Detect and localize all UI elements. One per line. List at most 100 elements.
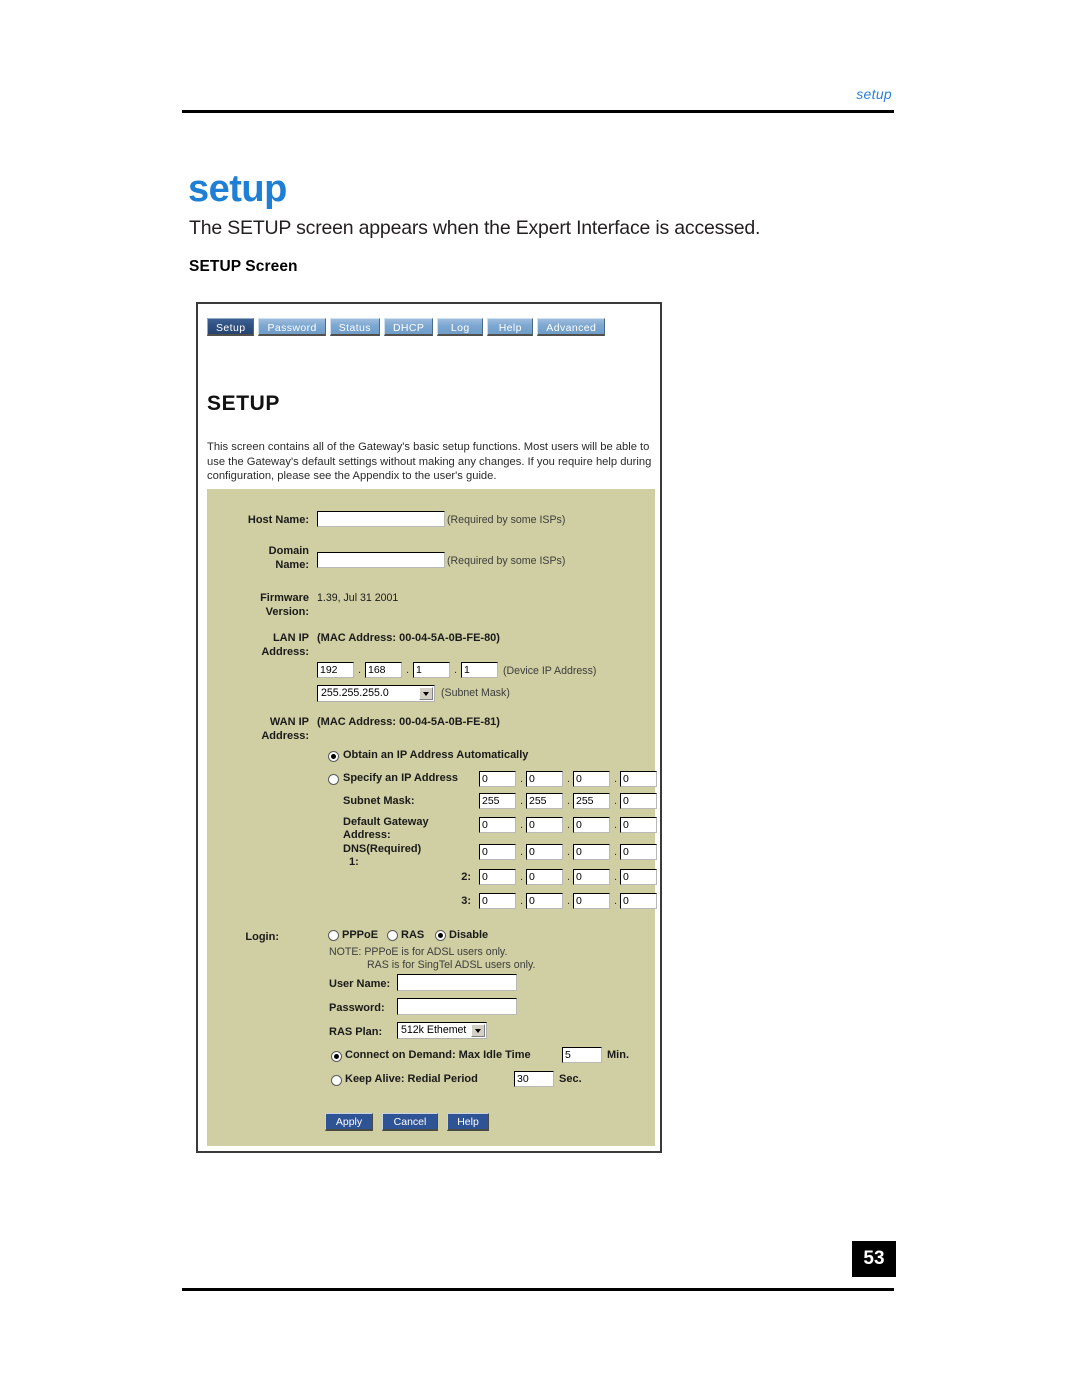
device-ip-hint: (Device IP Address) [503, 665, 597, 677]
radio-login-pppoe[interactable] [328, 930, 339, 941]
radio-keep-alive[interactable] [331, 1075, 342, 1086]
domain-name-label-line1: Domain [268, 545, 309, 557]
footer-divider [182, 1288, 894, 1291]
wan-mac-address: (MAC Address: 00-04-5A-0B-FE-81) [317, 716, 500, 728]
apply-button[interactable]: Apply [325, 1113, 373, 1131]
gateway-octet-2[interactable] [526, 817, 563, 833]
wan-subnet-separator-1: . [520, 795, 524, 807]
dns1-octet-1[interactable] [479, 844, 516, 860]
dns2-octet-2[interactable] [526, 869, 563, 885]
wan-subnet-octet-3[interactable] [573, 793, 610, 809]
dns1-separator-3: . [614, 846, 618, 858]
lan-mac-address: (MAC Address: 00-04-5A-0B-FE-80) [317, 632, 500, 644]
dns3-separator-3: . [614, 895, 618, 907]
gateway-octet-4[interactable] [620, 817, 657, 833]
dns3-label: 3: [461, 895, 471, 907]
wan-ip-octet-1[interactable] [479, 771, 516, 787]
default-gateway-label-line2: Address: [343, 829, 391, 841]
dns3-octet-3[interactable] [573, 893, 610, 909]
wan-subnet-octet-1[interactable] [479, 793, 516, 809]
dns1-separator-2: . [567, 846, 571, 858]
dns1-label-line2: 1: [349, 856, 359, 868]
subnet-mask-select[interactable]: 255.255.255.0 [317, 685, 435, 702]
radio-specify-ip-address[interactable] [328, 774, 339, 785]
radio-obtain-ip-automatically[interactable] [328, 751, 339, 762]
domain-name-label-line2: Name: [275, 559, 309, 571]
wan-ip-octet-2[interactable] [526, 771, 563, 787]
domain-name-hint: (Required by some ISPs) [447, 555, 566, 567]
help-button[interactable]: Help [447, 1113, 489, 1131]
lan-ip-separator-1: . [358, 664, 362, 676]
gateway-octet-3[interactable] [573, 817, 610, 833]
dns3-separator-1: . [520, 895, 524, 907]
domain-name-input[interactable] [317, 552, 445, 568]
wan-subnet-mask-label: Subnet Mask: [343, 795, 415, 807]
radio-login-disable[interactable] [435, 930, 446, 941]
connect-on-demand-label: Connect on Demand: Max Idle Time [345, 1049, 531, 1061]
wan-subnet-octet-4[interactable] [620, 793, 657, 809]
redial-period-unit: Sec. [559, 1073, 582, 1085]
header-divider [182, 110, 894, 113]
wan-ip-octet-4[interactable] [620, 771, 657, 787]
user-name-input[interactable] [397, 974, 517, 991]
subnet-mask-hint: (Subnet Mask) [441, 687, 510, 699]
wan-ip-octet-3[interactable] [573, 771, 610, 787]
dns1-octet-2[interactable] [526, 844, 563, 860]
chevron-down-icon[interactable] [471, 1024, 485, 1037]
tab-dhcp[interactable]: DHCP [383, 318, 434, 336]
tab-log[interactable]: Log [437, 318, 484, 336]
gateway-separator-3: . [614, 819, 618, 831]
dns2-octet-3[interactable] [573, 869, 610, 885]
ras-plan-label: RAS Plan: [329, 1026, 383, 1038]
lan-ip-octet-2[interactable] [365, 662, 402, 678]
dns2-separator-1: . [520, 871, 524, 883]
max-idle-time-unit: Min. [607, 1049, 629, 1061]
host-name-input[interactable] [317, 511, 445, 527]
login-note-line1: NOTE: PPPoE is for ADSL users only. [329, 946, 508, 958]
dns1-separator-1: . [520, 846, 524, 858]
radio-connect-on-demand[interactable] [331, 1051, 342, 1062]
dns3-octet-2[interactable] [526, 893, 563, 909]
lan-ip-label-line2: Address: [261, 646, 309, 658]
lan-ip-separator-3: . [454, 664, 458, 676]
running-head-label: setup [856, 86, 892, 102]
gateway-octet-1[interactable] [479, 817, 516, 833]
password-label: Password: [329, 1002, 385, 1014]
wan-subnet-octet-2[interactable] [526, 793, 563, 809]
wan-subnet-separator-2: . [567, 795, 571, 807]
max-idle-time-input[interactable] [562, 1047, 602, 1063]
ras-plan-select[interactable]: 512k Ethemet [397, 1022, 487, 1039]
ras-plan-selected-value: 512k Ethemet [401, 1024, 467, 1036]
wan-ip-separator-3: . [614, 773, 618, 785]
dns2-separator-2: . [567, 871, 571, 883]
tab-help[interactable]: Help [487, 318, 534, 336]
keep-alive-label: Keep Alive: Redial Period [345, 1073, 478, 1085]
lan-ip-octet-3[interactable] [413, 662, 450, 678]
dns3-octet-1[interactable] [479, 893, 516, 909]
subnet-mask-selected-value: 255.255.255.0 [321, 687, 389, 699]
firmware-label-line2: Version: [265, 606, 309, 618]
lan-ip-octet-1[interactable] [317, 662, 354, 678]
tab-setup[interactable]: Setup [207, 318, 255, 336]
user-name-label: User Name: [329, 978, 391, 990]
password-input[interactable] [397, 998, 517, 1015]
dns2-octet-4[interactable] [620, 869, 657, 885]
specify-ip-address-label: Specify an IP Address [343, 772, 458, 784]
lan-ip-separator-2: . [406, 664, 410, 676]
login-disable-label: Disable [449, 929, 489, 941]
cancel-button[interactable]: Cancel [382, 1113, 438, 1131]
tab-password[interactable]: Password [258, 318, 326, 336]
radio-login-ras[interactable] [387, 930, 398, 941]
chevron-down-icon[interactable] [419, 687, 433, 700]
redial-period-input[interactable] [514, 1071, 554, 1087]
lan-ip-label-line1: LAN IP [272, 632, 309, 644]
dns1-octet-4[interactable] [620, 844, 657, 860]
tab-advanced[interactable]: Advanced [537, 318, 606, 336]
host-name-label: Host Name: [247, 514, 309, 526]
dns3-octet-4[interactable] [620, 893, 657, 909]
lan-ip-octet-4[interactable] [461, 662, 498, 678]
dns2-octet-1[interactable] [479, 869, 516, 885]
dns1-octet-3[interactable] [573, 844, 610, 860]
tab-status[interactable]: Status [329, 318, 380, 336]
wan-ip-separator-2: . [567, 773, 571, 785]
